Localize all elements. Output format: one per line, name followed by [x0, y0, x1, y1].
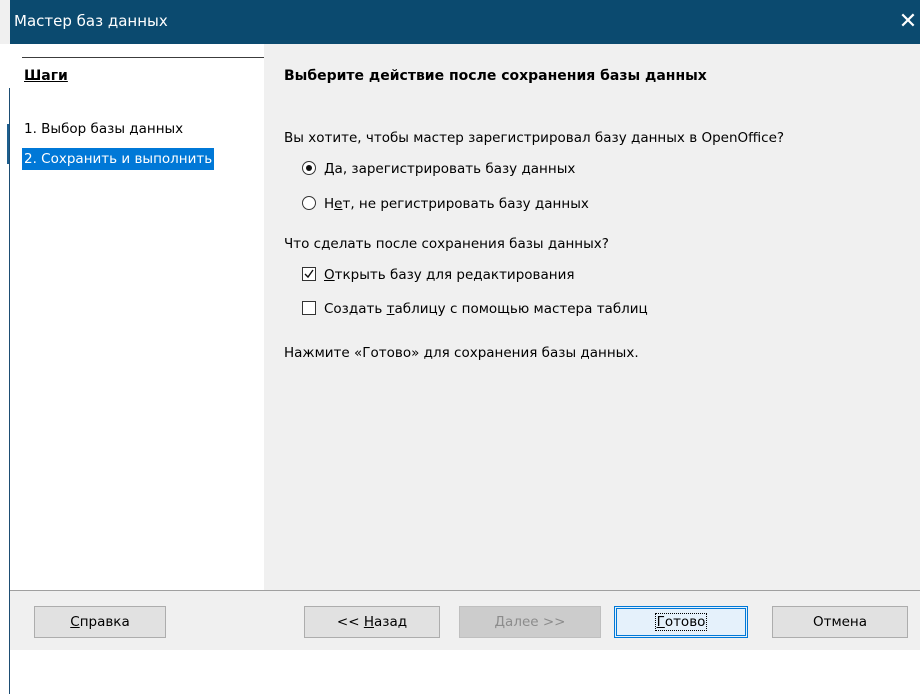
page-title: Выберите действие после сохранения базы …	[284, 68, 707, 84]
register-no-label[interactable]: Нет, не регистрировать базу данных	[324, 194, 589, 214]
step-item-select-database[interactable]: 1. Выбор базы данных	[22, 118, 185, 140]
steps-title: Шаги	[24, 68, 68, 84]
radio-selected-icon[interactable]	[302, 161, 316, 175]
step-item-save-and-proceed[interactable]: 2. Сохранить и выполнить	[22, 148, 215, 170]
register-yes-label[interactable]: Да, зарегистрировать базу данных	[324, 159, 575, 179]
database-wizard-window: Мастер баз данных ✕ Шаги 1. Выбор базы д…	[0, 0, 920, 694]
back-button[interactable]: << Назад	[304, 606, 440, 638]
steps-divider	[22, 57, 264, 58]
steps-panel: Шаги 1. Выбор базы данных 2. Сохранить и…	[10, 44, 264, 590]
checkbox-checked-icon[interactable]	[302, 267, 316, 281]
background-window-edge	[0, 44, 10, 694]
finish-hint: Нажмите «Готово» для сохранения базы дан…	[284, 345, 639, 361]
title-bar[interactable]: Мастер баз данных ✕	[10, 0, 920, 44]
register-question: Вы хотите, чтобы мастер зарегистрировал …	[284, 130, 785, 146]
radio-unselected-icon[interactable]	[302, 196, 316, 210]
after-save-question: Что сделать после сохранения базы данных…	[284, 236, 609, 252]
content-panel: Выберите действие после сохранения базы …	[264, 44, 920, 590]
next-button[interactable]: Далее >>	[459, 606, 601, 638]
open-for-edit-label[interactable]: Открыть базу для редактирования	[324, 265, 574, 285]
button-bar: Справка << Назад Далее >> Готово Отмена	[10, 591, 920, 650]
close-icon[interactable]: ✕	[896, 0, 920, 44]
help-button[interactable]: Справка	[34, 606, 166, 638]
create-table-label[interactable]: Создать таблицу с помощью мастера таблиц	[324, 299, 648, 319]
finish-button[interactable]: Готово	[614, 606, 748, 638]
checkbox-unchecked-icon[interactable]	[302, 301, 316, 315]
cancel-button[interactable]: Отмена	[772, 606, 908, 638]
window-title: Мастер баз данных	[14, 12, 168, 30]
